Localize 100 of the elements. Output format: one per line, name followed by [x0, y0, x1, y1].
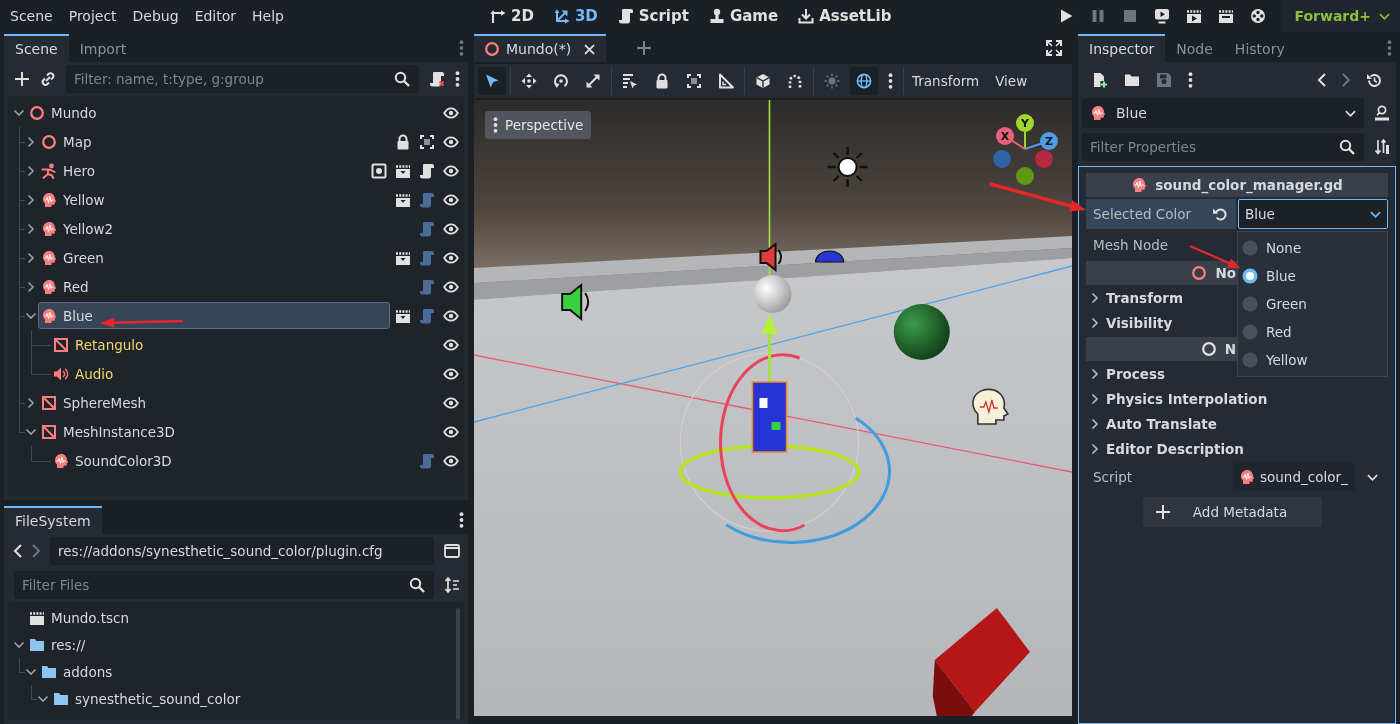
clapperboard-icon[interactable]: [1218, 8, 1235, 24]
property-group[interactable]: Auto Translate: [1086, 411, 1221, 436]
menu-item[interactable]: Scene: [2, 8, 61, 24]
chevron-right-icon[interactable]: [28, 194, 34, 205]
axis-handle[interactable]: X: [996, 127, 1026, 150]
tree-item[interactable]: Green: [38, 244, 390, 271]
menu-item[interactable]: Debug: [124, 8, 187, 24]
clapperboard-icon[interactable]: [395, 249, 411, 266]
eye-icon[interactable]: [443, 423, 459, 440]
chevron-down-icon[interactable]: [26, 428, 36, 435]
file-item[interactable]: addons: [38, 658, 459, 685]
chevron-down-icon[interactable]: [14, 109, 24, 116]
workspace-tab[interactable]: 2D: [486, 5, 538, 27]
more-icon[interactable]: [459, 512, 464, 528]
globe-icon[interactable]: [850, 67, 878, 95]
eye-icon[interactable]: [443, 452, 459, 469]
add-metadata-button[interactable]: Add Metadata: [1142, 497, 1322, 527]
textured-sphere[interactable]: [893, 304, 950, 360]
chevron-right-icon[interactable]: [28, 223, 34, 234]
monitor-icon[interactable]: [1154, 8, 1171, 24]
tree-item[interactable]: Mundo: [26, 99, 438, 126]
file-item[interactable]: synesthetic_sound_color: [50, 685, 459, 712]
workspace-tab[interactable]: Script: [613, 5, 693, 27]
eye-icon[interactable]: [443, 104, 459, 121]
filter-field[interactable]: Filter Properties: [1082, 133, 1364, 161]
folder-icon[interactable]: [1124, 72, 1140, 88]
ruler-icon[interactable]: [718, 73, 734, 89]
more-icon[interactable]: [888, 73, 893, 89]
eye-icon[interactable]: [443, 394, 459, 411]
dropdown-option[interactable]: Yellow: [1238, 346, 1387, 374]
menu-item[interactable]: Editor: [186, 8, 245, 24]
chevron-right-icon[interactable]: [28, 165, 34, 176]
file-item[interactable]: res://: [26, 631, 459, 658]
dock-tab[interactable]: Scene: [4, 34, 69, 62]
clapperboard-play-icon[interactable]: [1186, 8, 1203, 24]
more-icon[interactable]: [1188, 72, 1193, 88]
axis-handle[interactable]: [993, 150, 1011, 168]
tree-item[interactable]: Map: [38, 128, 390, 155]
sort-icon[interactable]: [444, 577, 460, 593]
property-group[interactable]: Editor Description: [1086, 436, 1248, 461]
head-object[interactable]: [972, 388, 1009, 425]
fullscreen-icon[interactable]: [1046, 40, 1062, 56]
menu-button[interactable]: View: [987, 73, 1036, 89]
path-field[interactable]: res://addons/synesthetic_sound_color/plugin.cfg: [50, 537, 434, 565]
more-icon[interactable]: [455, 71, 460, 87]
move-icon[interactable]: [521, 73, 537, 89]
scrollbar[interactable]: [456, 608, 460, 720]
workspace-tab[interactable]: Game: [704, 5, 783, 27]
clapperboard-icon[interactable]: [395, 162, 411, 179]
object-selector[interactable]: Blue: [1082, 98, 1364, 128]
link-icon[interactable]: [40, 71, 56, 87]
filter-field[interactable]: Filter: name, t:type, g:group: [66, 65, 419, 93]
up-down-arrows-icon[interactable]: [1374, 139, 1390, 155]
script-icon[interactable]: [419, 162, 435, 179]
eye-icon[interactable]: [443, 365, 459, 382]
chevron-down-icon[interactable]: [26, 312, 36, 319]
lock-icon[interactable]: [395, 133, 411, 150]
magnifier-icon[interactable]: [1374, 105, 1390, 121]
property-group[interactable]: Process: [1086, 361, 1170, 386]
dropdown-option[interactable]: None: [1238, 234, 1387, 262]
box-object[interactable]: [751, 381, 788, 453]
chevron-down-icon[interactable]: [26, 668, 36, 675]
eye-icon[interactable]: [443, 133, 459, 150]
dock-tab[interactable]: FileSystem: [4, 506, 102, 534]
sun-gizmo-icon[interactable]: [826, 145, 869, 189]
play-icon[interactable]: [1058, 8, 1075, 24]
dock-tab[interactable]: Import: [68, 34, 138, 62]
window-icon[interactable]: [444, 543, 460, 559]
chevron-right-icon[interactable]: [28, 397, 34, 408]
tree-item[interactable]: Yellow: [38, 186, 390, 213]
menu-item[interactable]: Project: [60, 8, 125, 24]
file-item[interactable]: Mundo.tscn: [26, 604, 459, 631]
filter-field[interactable]: Filter Files: [14, 571, 434, 599]
script-filter-icon[interactable]: [429, 71, 445, 87]
tree-item[interactable]: Retangulo: [50, 331, 438, 358]
tree-item[interactable]: Red: [38, 273, 414, 300]
view-menu-button[interactable]: Perspective: [485, 111, 592, 139]
eye-icon[interactable]: [443, 336, 459, 353]
revert-icon[interactable]: [1204, 199, 1236, 229]
tree-item[interactable]: MeshInstance3D: [38, 418, 438, 445]
clapperboard-icon[interactable]: [395, 191, 411, 208]
tree-item[interactable]: SphereMesh: [38, 389, 438, 416]
property-group[interactable]: Transform: [1086, 285, 1187, 310]
eye-icon[interactable]: [443, 162, 459, 179]
dock-tab[interactable]: Node: [1165, 34, 1224, 62]
resource-picker[interactable]: sound_color_: [1233, 463, 1355, 491]
rotate-icon[interactable]: [553, 73, 569, 89]
eye-icon[interactable]: [443, 191, 459, 208]
dropdown-option[interactable]: Red: [1238, 318, 1387, 346]
lock-icon[interactable]: [654, 73, 670, 89]
eye-icon[interactable]: [443, 220, 459, 237]
chevron-down-icon[interactable]: [38, 695, 48, 702]
dotted-arch-icon[interactable]: [787, 73, 803, 89]
eye-icon[interactable]: [443, 249, 459, 266]
eye-icon[interactable]: [443, 278, 459, 295]
eye-icon[interactable]: [443, 307, 459, 324]
document-tab[interactable]: Mundo(*): [474, 34, 607, 62]
tree-item[interactable]: Yellow2: [38, 215, 414, 242]
workspace-tab[interactable]: 3D: [549, 5, 602, 27]
film-reel-icon[interactable]: [1250, 8, 1267, 24]
